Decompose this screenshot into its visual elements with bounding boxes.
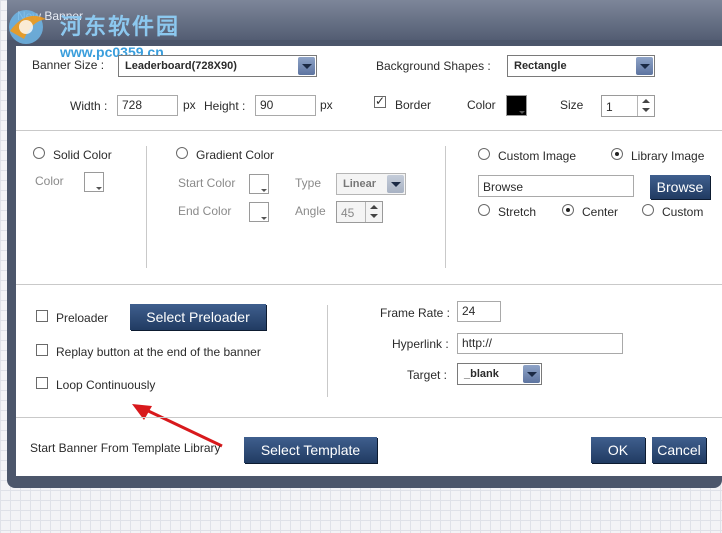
- custom-position-label: Custom: [662, 205, 704, 219]
- stretch-label: Stretch: [498, 205, 537, 219]
- divider: [146, 146, 147, 268]
- loop-checkbox[interactable]: [36, 377, 48, 389]
- end-color-swatch[interactable]: [249, 202, 269, 222]
- preloader-label: Preloader: [56, 311, 109, 325]
- image-path-input[interactable]: Browse: [478, 175, 634, 197]
- banner-size-select[interactable]: Leaderboard(728X90): [118, 55, 317, 77]
- chevron-down-icon: [298, 57, 315, 75]
- solid-color-color-label: Color: [35, 174, 64, 188]
- gradient-type-value: Linear: [343, 178, 377, 190]
- gradient-type-label: Type: [295, 176, 322, 190]
- background-shapes-label: Background Shapes :: [376, 59, 491, 73]
- arrow-down-icon: [642, 108, 650, 112]
- divider: [445, 146, 446, 268]
- height-input[interactable]: 90: [255, 95, 316, 116]
- center-radio[interactable]: [562, 204, 574, 216]
- solid-color-swatch[interactable]: [84, 172, 104, 192]
- watermark-site-name: 河东软件园: [60, 15, 181, 40]
- preloader-checkbox[interactable]: [36, 310, 48, 322]
- size-value: 1: [606, 100, 613, 114]
- size-stepper[interactable]: 1: [601, 95, 655, 117]
- background-shapes-value: Rectangle: [514, 60, 567, 72]
- watermark-logo-icon: [9, 10, 46, 44]
- stepper-buttons[interactable]: [365, 202, 382, 222]
- browse-button[interactable]: Browse: [650, 175, 710, 199]
- center-label: Center: [582, 205, 619, 219]
- width-input[interactable]: 728: [117, 95, 178, 116]
- loop-label: Loop Continuously: [56, 378, 156, 392]
- target-value: _blank: [464, 368, 499, 380]
- hyperlink-input[interactable]: http://: [457, 333, 623, 354]
- chevron-down-icon: [523, 365, 540, 383]
- stepper-buttons[interactable]: [637, 96, 654, 116]
- library-image-label: Library Image: [631, 149, 705, 163]
- hyperlink-label: Hyperlink :: [392, 337, 449, 351]
- custom-image-radio[interactable]: [478, 148, 490, 160]
- background-shapes-select[interactable]: Rectangle: [507, 55, 655, 77]
- arrow-down-icon: [370, 214, 378, 218]
- gradient-color-label: Gradient Color: [196, 148, 275, 162]
- start-color-label: Start Color: [178, 176, 236, 190]
- height-label: Height :: [204, 99, 246, 113]
- border-color-swatch[interactable]: [506, 95, 527, 116]
- chevron-down-icon: [387, 175, 404, 193]
- end-color-label: End Color: [178, 204, 232, 218]
- gradient-type-select[interactable]: Linear: [336, 173, 406, 195]
- frame-rate-label: Frame Rate :: [380, 306, 451, 320]
- divider: [16, 284, 722, 285]
- custom-image-label: Custom Image: [498, 149, 577, 163]
- divider: [16, 417, 722, 418]
- size-label: Size: [560, 98, 584, 112]
- frame-rate-input[interactable]: 24: [457, 301, 501, 322]
- solid-color-radio[interactable]: [33, 147, 45, 159]
- solid-color-label: Solid Color: [53, 148, 112, 162]
- divider: [327, 305, 328, 397]
- chevron-down-icon: [636, 57, 653, 75]
- check-icon: ✓: [375, 94, 386, 108]
- replay-label: Replay button at the end of the banner: [56, 345, 261, 359]
- height-unit: px: [320, 98, 333, 112]
- select-template-button[interactable]: Select Template: [244, 437, 377, 463]
- angle-value: 45: [341, 206, 355, 220]
- border-label: Border: [395, 98, 432, 112]
- angle-label: Angle: [295, 204, 326, 218]
- width-label: Width :: [70, 99, 108, 113]
- library-image-radio[interactable]: [611, 148, 623, 160]
- ok-button[interactable]: OK: [591, 437, 645, 463]
- width-unit: px: [183, 98, 196, 112]
- arrow-up-icon: [370, 205, 378, 209]
- border-checkbox[interactable]: ✓: [374, 94, 386, 108]
- gradient-color-radio[interactable]: [176, 147, 188, 159]
- replay-checkbox[interactable]: [36, 344, 48, 356]
- arrow-up-icon: [642, 99, 650, 103]
- angle-stepper[interactable]: 45: [336, 201, 383, 223]
- template-label: Start Banner From Template Library: [30, 441, 221, 455]
- color-label: Color: [467, 98, 496, 112]
- custom-position-radio[interactable]: [642, 204, 654, 216]
- target-label: Target :: [407, 368, 448, 382]
- select-preloader-button[interactable]: Select Preloader: [130, 304, 266, 330]
- stretch-radio[interactable]: [478, 204, 490, 216]
- banner-size-label: Banner Size :: [32, 58, 105, 72]
- cancel-button[interactable]: Cancel: [652, 437, 706, 463]
- start-color-swatch[interactable]: [249, 174, 269, 194]
- divider: [16, 130, 722, 131]
- target-select[interactable]: _blank: [457, 363, 542, 385]
- banner-size-value: Leaderboard(728X90): [125, 60, 237, 72]
